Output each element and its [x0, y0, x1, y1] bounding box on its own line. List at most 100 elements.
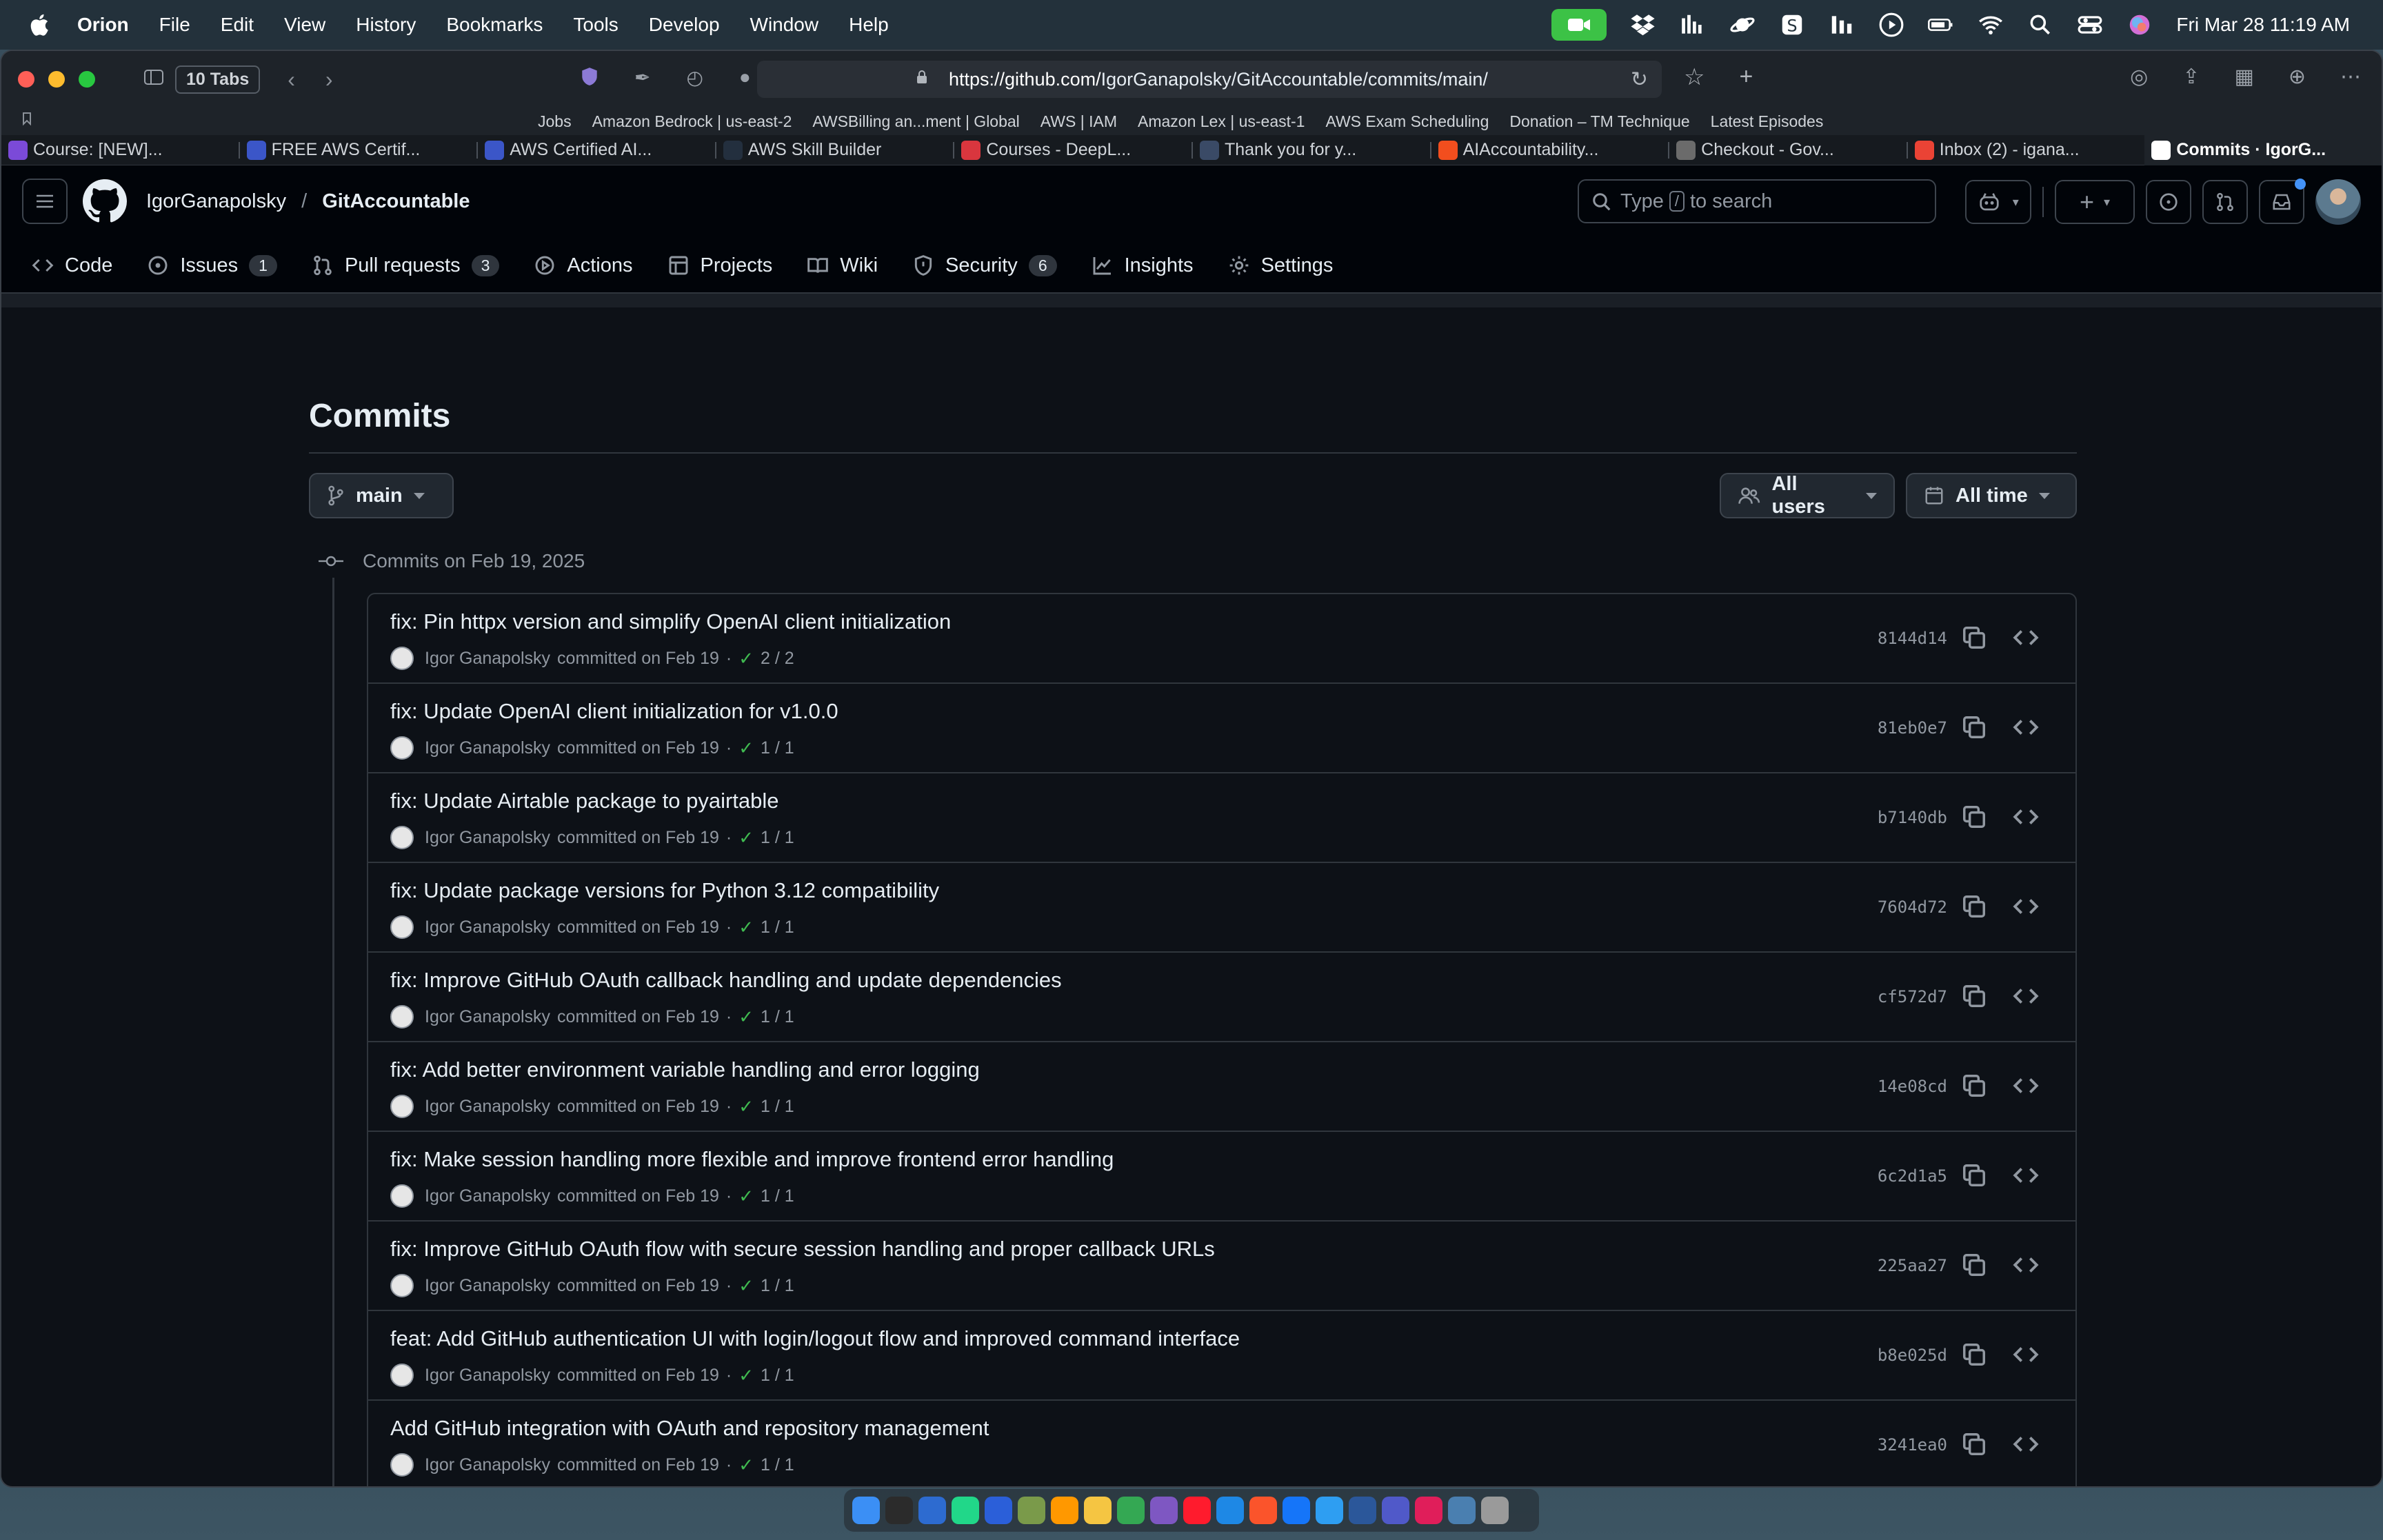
audio-icon[interactable] — [1829, 12, 1855, 38]
close-window-button[interactable] — [18, 71, 34, 88]
commit-message[interactable]: fix: Update OpenAI client initialization… — [390, 699, 838, 724]
commit-sha[interactable]: cf572d7 — [1878, 987, 1947, 1006]
copy-icon[interactable] — [1961, 1431, 1987, 1457]
browse-code-icon[interactable] — [2012, 1341, 2040, 1368]
copy-icon[interactable] — [1961, 1073, 1987, 1099]
webstorm-icon[interactable] — [918, 1497, 946, 1524]
planet-icon[interactable] — [1729, 12, 1756, 38]
browse-code-icon[interactable] — [2012, 804, 2040, 830]
tab-grid-icon[interactable]: ▦ — [2235, 65, 2254, 89]
browse-code-icon[interactable] — [2012, 983, 2040, 1009]
wifi-icon[interactable] — [1978, 12, 2004, 38]
tab-projects[interactable]: Projects — [667, 254, 772, 277]
commit-message[interactable]: fix: Improve GitHub OAuth flow with secu… — [390, 1237, 1215, 1262]
owner-link[interactable]: IgorGanapolsky — [146, 190, 286, 213]
spotlight-icon[interactable] — [2027, 12, 2053, 38]
browser-tab[interactable]: Checkout - Gov... — [1669, 135, 1907, 165]
copy-icon[interactable] — [1961, 983, 1987, 1009]
bookmark-episodes[interactable]: Latest Episodes — [1711, 112, 1824, 131]
pycharm-icon[interactable] — [952, 1497, 979, 1524]
commit-sha[interactable]: 81eb0e7 — [1878, 718, 1947, 738]
commit-message[interactable]: fix: Make session handling more flexible… — [390, 1147, 1114, 1172]
commit-author[interactable]: Igor Ganapolsky — [425, 828, 550, 848]
commit-sha[interactable]: 14e08cd — [1878, 1077, 1947, 1096]
zoom-window-button[interactable] — [79, 71, 95, 88]
bookmark-iam[interactable]: AWS | IAM — [1040, 112, 1117, 131]
safari-icon[interactable] — [1216, 1497, 1244, 1524]
issues-button[interactable] — [2146, 180, 2191, 224]
tab-security[interactable]: Security 6 — [912, 254, 1057, 277]
activity-icon[interactable] — [1680, 12, 1706, 38]
bookmark-billing[interactable]: AWSBilling an...ment | Global — [812, 112, 1019, 131]
battery-icon[interactable] — [1928, 12, 1954, 38]
forward-icon[interactable]: › — [325, 67, 333, 92]
author-avatar[interactable] — [390, 1184, 414, 1208]
browser-tab[interactable]: AIAccountability... — [1431, 135, 1669, 165]
menu-tools[interactable]: Tools — [573, 14, 618, 36]
vpn-icon[interactable] — [985, 1497, 1012, 1524]
commit-author[interactable]: Igor Ganapolsky — [425, 918, 550, 938]
check-icon[interactable]: ✓ — [738, 1275, 754, 1297]
commit-sha[interactable]: 3241ea0 — [1878, 1435, 1947, 1455]
author-avatar[interactable] — [390, 1453, 414, 1477]
menu-bookmarks[interactable]: Bookmarks — [446, 14, 543, 36]
preview-icon[interactable] — [1448, 1497, 1476, 1524]
check-icon[interactable]: ✓ — [738, 827, 754, 849]
browser-tab[interactable]: AWS Skill Builder — [716, 135, 954, 165]
dropbox-icon[interactable] — [1630, 12, 1656, 38]
menu-help[interactable]: Help — [849, 14, 889, 36]
check-icon[interactable]: ✓ — [738, 1006, 754, 1028]
browser-tab[interactable]: AWS Certified AI... — [478, 135, 715, 165]
commit-message[interactable]: fix: Add better environment variable han… — [390, 1057, 980, 1082]
users-filter[interactable]: All users — [1720, 473, 1895, 518]
time-filter[interactable]: All time — [1906, 473, 2077, 518]
author-avatar[interactable] — [390, 826, 414, 849]
commit-sha[interactable]: 225aa27 — [1878, 1256, 1947, 1275]
trash-icon[interactable] — [1481, 1497, 1509, 1524]
vscode-icon[interactable] — [1316, 1497, 1343, 1524]
siri-icon[interactable] — [2126, 12, 2153, 38]
menu-edit[interactable]: Edit — [221, 14, 254, 36]
browse-code-icon[interactable] — [2012, 1162, 2040, 1188]
record-icon[interactable]: ● — [739, 66, 751, 92]
copy-icon[interactable] — [1961, 625, 1987, 651]
sublime-icon[interactable] — [1051, 1497, 1078, 1524]
tabs-count-badge[interactable]: 10 Tabs — [175, 65, 261, 94]
timer-icon[interactable]: ◴ — [686, 66, 703, 92]
browser-tab[interactable]: Courses - DeepL... — [954, 135, 1192, 165]
author-avatar[interactable] — [390, 647, 414, 670]
control-center-icon[interactable] — [2077, 12, 2103, 38]
bookmark-exam[interactable]: AWS Exam Scheduling — [1325, 112, 1489, 131]
commit-author[interactable]: Igor Ganapolsky — [425, 1366, 550, 1386]
tab-pull-requests[interactable]: Pull requests 3 — [312, 254, 500, 277]
pen-tool-icon[interactable]: ✒ — [634, 66, 650, 92]
shield-icon[interactable] — [581, 66, 599, 92]
author-avatar[interactable] — [390, 1274, 414, 1297]
opera-icon[interactable] — [1183, 1497, 1211, 1524]
author-avatar[interactable] — [390, 1095, 414, 1118]
commit-author[interactable]: Igor Ganapolsky — [425, 649, 550, 669]
copy-icon[interactable] — [1961, 1162, 1987, 1188]
finder-icon[interactable] — [852, 1497, 880, 1524]
bookmark-jobs[interactable]: Jobs — [538, 112, 572, 131]
commit-author[interactable]: Igor Ganapolsky — [425, 1007, 550, 1027]
brave-icon[interactable] — [1249, 1497, 1277, 1524]
apple-menu-icon[interactable] — [28, 12, 50, 37]
tab-actions[interactable]: Actions — [534, 254, 633, 277]
url-text[interactable]: https://github.com/IgorGanapolsky/GitAcc… — [949, 69, 1488, 90]
check-icon[interactable]: ✓ — [738, 1365, 754, 1386]
browse-code-icon[interactable] — [2012, 1073, 2040, 1099]
commit-message[interactable]: fix: Update Airtable package to pyairtab… — [390, 789, 779, 813]
notes-icon[interactable] — [1084, 1497, 1112, 1524]
copy-icon[interactable] — [1961, 893, 1987, 920]
commit-message[interactable]: Add GitHub integration with OAuth and re… — [390, 1416, 989, 1441]
pull-requests-button[interactable] — [2202, 180, 2248, 224]
commit-message[interactable]: fix: Improve GitHub OAuth callback handl… — [390, 968, 1062, 993]
commit-author[interactable]: Igor Ganapolsky — [425, 738, 550, 758]
browser-tab[interactable]: Commits · IgorG... — [2144, 134, 2382, 165]
repo-link[interactable]: GitAccountable — [322, 190, 470, 213]
scrivener-icon[interactable]: S — [1779, 12, 1805, 38]
checks-count[interactable]: 1 / 1 — [761, 1007, 794, 1027]
play-icon[interactable] — [1878, 12, 1904, 38]
commit-author[interactable]: Igor Ganapolsky — [425, 1097, 550, 1117]
